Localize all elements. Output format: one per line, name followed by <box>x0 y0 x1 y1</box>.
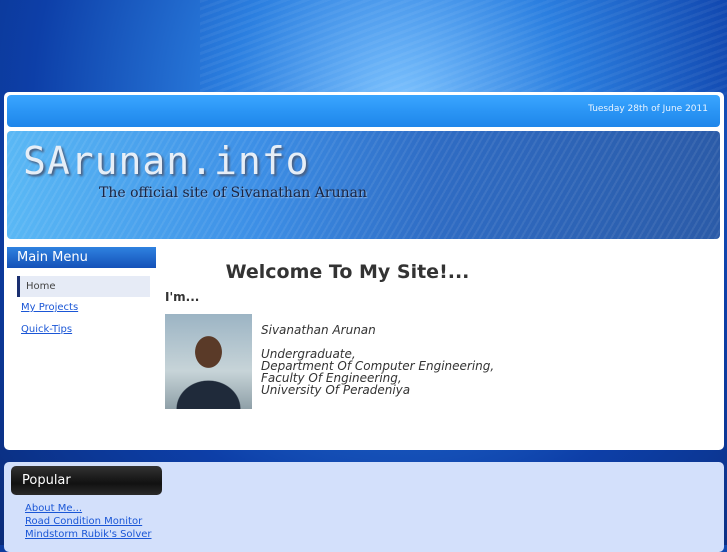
profile-photo <box>165 314 252 409</box>
popular-link-about-me[interactable]: About Me... <box>25 503 82 514</box>
main-menu-heading: Main Menu <box>7 247 156 268</box>
current-date: Tuesday 28th of June 2011 <box>588 104 708 114</box>
bio-name: Sivanathan Arunan <box>261 323 376 337</box>
popular-link-rubiks-solver[interactable]: Mindstorm Rubik's Solver <box>25 529 152 540</box>
site-tagline: The official site of Sivanathan Arunan <box>99 185 367 201</box>
bio: Sivanathan Arunan Undergraduate, Departm… <box>261 324 494 396</box>
bio-line: University Of Peradeniya <box>261 383 411 397</box>
date-bar: Tuesday 28th of June 2011 <box>7 95 720 127</box>
background-swirl <box>200 0 727 95</box>
site-logo: SArunan.info <box>23 139 310 183</box>
page-title: Welcome To My Site!... <box>225 261 470 283</box>
menu-item-home[interactable]: Home <box>17 276 150 297</box>
intro-text: I'm... <box>165 290 200 304</box>
menu-item-my-projects[interactable]: My Projects <box>21 302 78 313</box>
site-banner: SArunan.info The official site of Sivana… <box>7 131 720 239</box>
menu-item-quick-tips[interactable]: Quick-Tips <box>21 324 72 335</box>
popular-heading: Popular <box>11 466 162 495</box>
popular-link-road-condition-monitor[interactable]: Road Condition Monitor <box>25 516 142 527</box>
